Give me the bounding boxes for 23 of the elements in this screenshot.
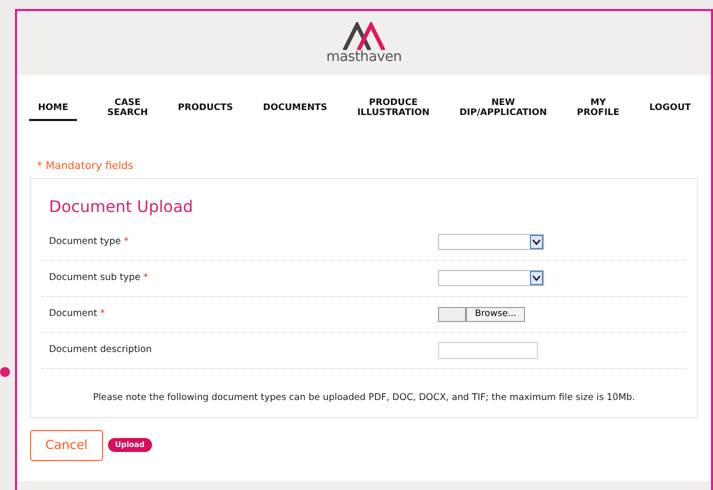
form-title: Document Upload [49,196,194,218]
input-field[interactable] [438,342,538,359]
field-label: Document type * [48,235,130,250]
brand-name: masthaven [326,50,402,64]
nav-tab[interactable]: NEW DIP/APPLICATION [459,94,547,126]
dropdown-field[interactable] [438,234,544,250]
logo-icon [342,22,386,50]
file-path-field[interactable] [438,306,466,322]
field-label: Document description [48,343,153,358]
nav-tab[interactable]: CASE SEARCH [107,94,148,126]
field-label: Document * [48,307,106,322]
nav-tab[interactable]: PRODUCTS [178,98,234,122]
nav-tab[interactable]: DOCUMENTS [262,98,328,122]
field-label: Document sub type * [48,271,150,286]
marker-dot [0,367,10,377]
browse-button[interactable]: Browse... [466,306,526,322]
dropdown-field[interactable] [438,270,544,286]
nav-tab[interactable]: LOGOUT [649,98,691,122]
nav-tab[interactable]: HOME [29,98,78,122]
mandatory-note: * Mandatory fields [37,159,134,174]
nav-tab[interactable]: PRODUCE ILLUSTRATION [357,94,430,126]
file-types-note: Please note the following document types can be uploaded PDF, DOC, DOCX, and TIF; the maximum file size is 10Mb. [92,390,636,405]
nav-tab[interactable]: MY PROFILE [576,94,620,126]
